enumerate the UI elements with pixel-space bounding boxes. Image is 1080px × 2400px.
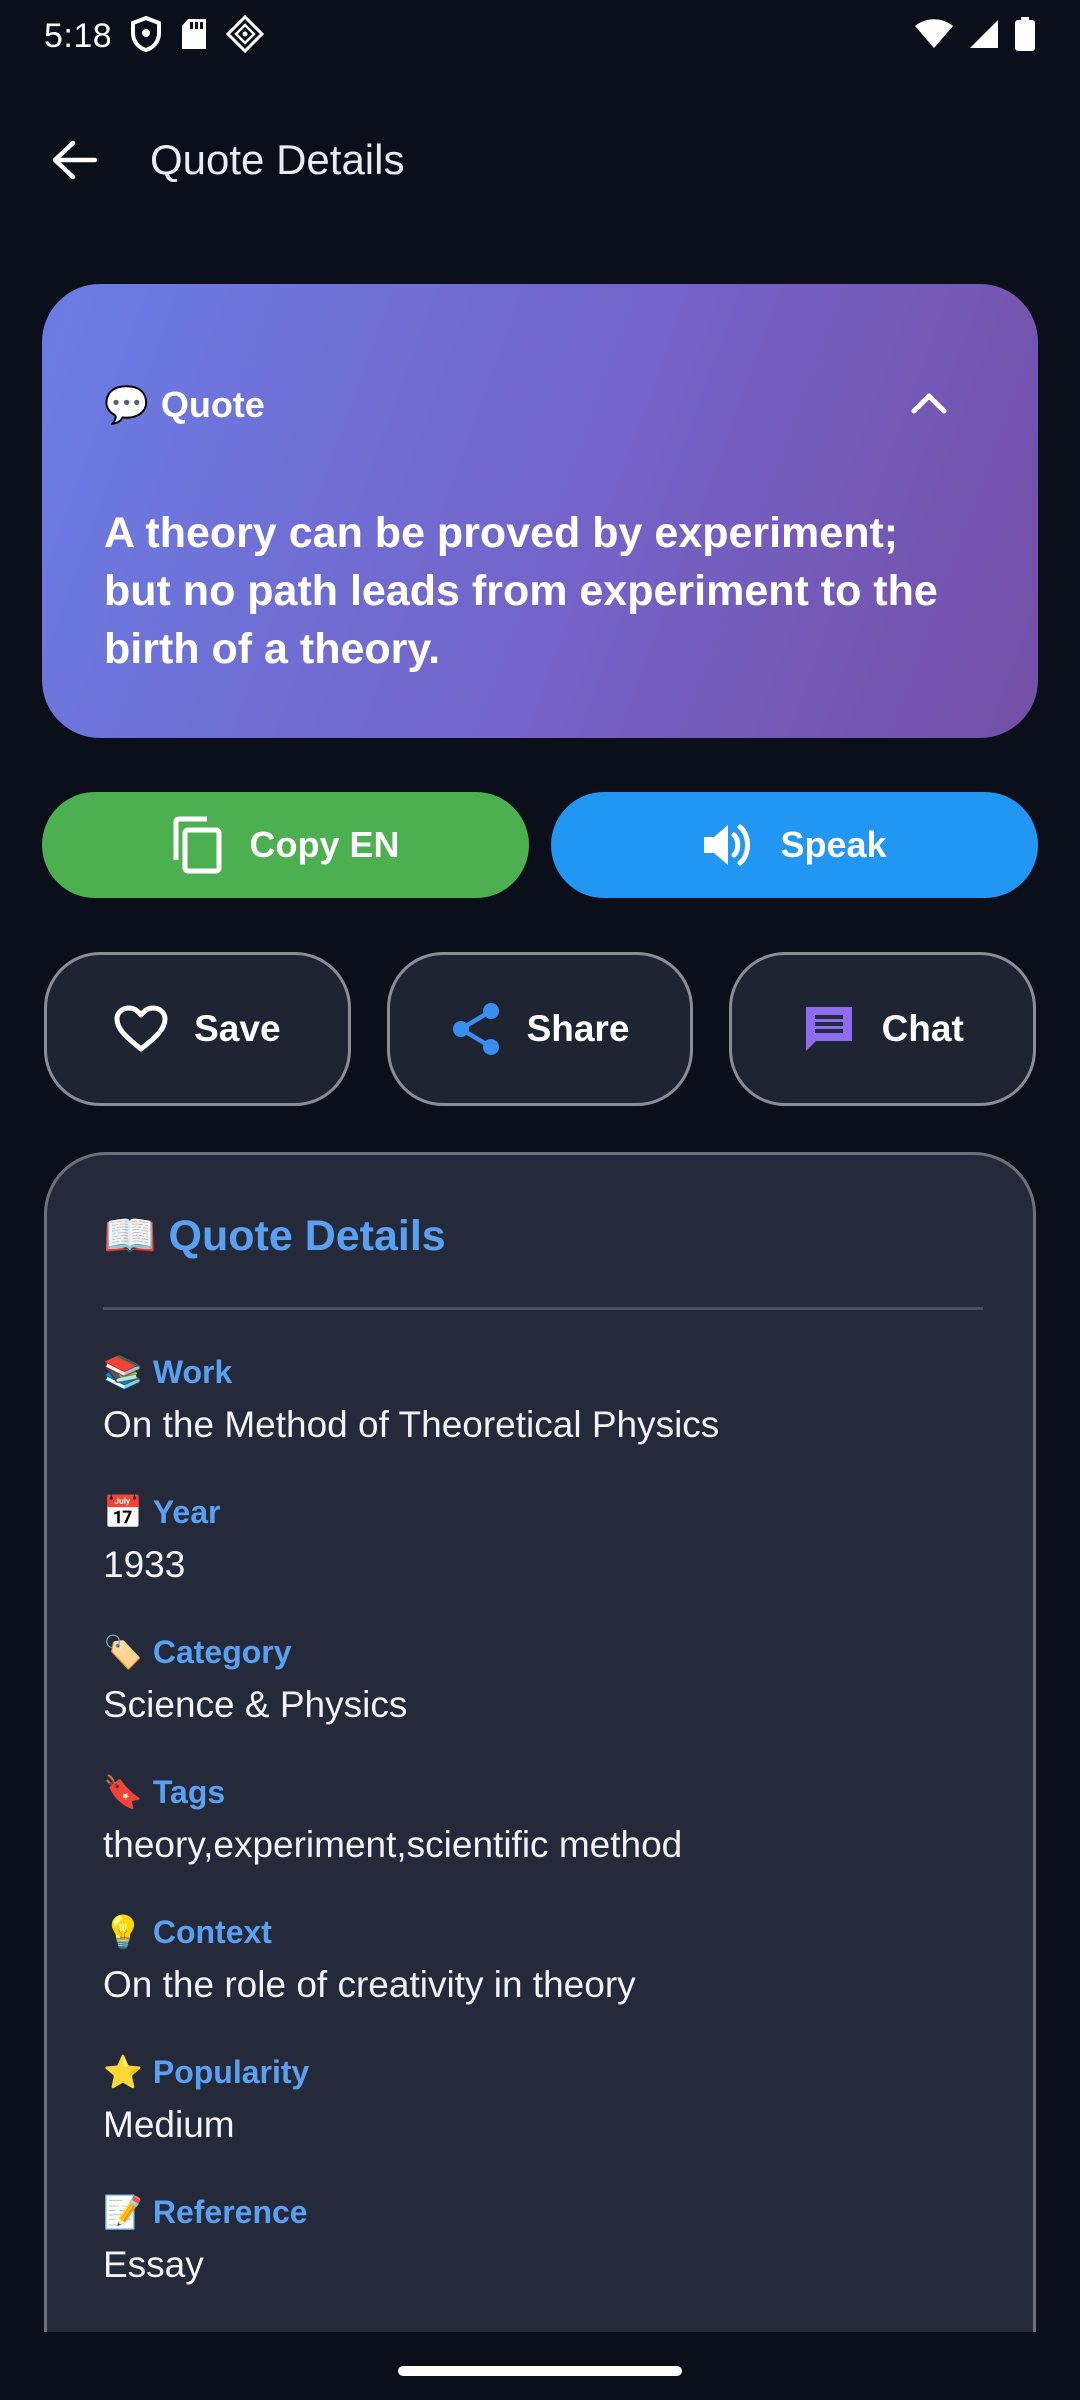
detail-work: 📚 Work On the Method of Theoretical Phys… bbox=[103, 1348, 977, 1488]
detail-year: 📅 Year 1933 bbox=[103, 1488, 977, 1628]
copy-icon bbox=[173, 816, 222, 874]
share-button[interactable]: Share bbox=[386, 952, 694, 1106]
detail-label-work: 📚 Work bbox=[103, 1348, 977, 1396]
speak-button[interactable]: Speak bbox=[551, 792, 1038, 898]
tag-icon: 🏷️ bbox=[103, 1634, 143, 1670]
status-left: 5:18 bbox=[44, 14, 265, 58]
copy-en-button[interactable]: Copy EN bbox=[42, 792, 529, 898]
save-button[interactable]: Save bbox=[44, 952, 351, 1106]
detail-label-popularity: ⭐ Popularity bbox=[103, 2048, 977, 2096]
quote-text: A theory can be proved by experiment; bu… bbox=[104, 509, 938, 673]
share-label: Share bbox=[526, 1008, 630, 1049]
arrow-back-icon bbox=[52, 140, 97, 180]
detail-label-text: Category bbox=[152, 1633, 292, 1670]
chat-icon bbox=[805, 1007, 852, 1051]
detail-label-category: 🏷️ Category bbox=[103, 1628, 977, 1676]
signal-icon bbox=[968, 18, 1000, 55]
heart-outline-icon bbox=[114, 1005, 168, 1052]
detail-label-text: Year bbox=[152, 1493, 221, 1530]
quote-label: Quote bbox=[160, 384, 265, 425]
diamond-app-icon bbox=[226, 14, 265, 58]
chat-label: Chat bbox=[881, 1008, 964, 1049]
app-bar: Quote Details bbox=[0, 100, 1080, 220]
detail-context: 💡 Context On the role of creativity in t… bbox=[103, 1908, 977, 2048]
detail-label-year: 📅 Year bbox=[103, 1488, 977, 1536]
detail-label-text: Popularity bbox=[152, 2053, 310, 2090]
detail-category: 🏷️ Category Science & Physics bbox=[103, 1628, 977, 1768]
detail-value-work: On the Method of Theoretical Physics bbox=[103, 1404, 720, 1445]
divider bbox=[103, 1307, 983, 1310]
collapse-chevron-up-icon[interactable] bbox=[910, 391, 948, 420]
detail-label-text: Reference bbox=[152, 2193, 308, 2230]
save-label: Save bbox=[194, 1008, 281, 1049]
share-icon bbox=[452, 1003, 499, 1055]
star-icon: ⭐ bbox=[103, 2054, 143, 2090]
chat-button[interactable]: Chat bbox=[729, 952, 1037, 1106]
detail-label-context: 💡 Context bbox=[103, 1908, 977, 1956]
status-right bbox=[914, 16, 1036, 56]
detail-popularity: ⭐ Popularity Medium bbox=[103, 2048, 977, 2188]
details-list: 📚 Work On the Method of Theoretical Phys… bbox=[103, 1348, 977, 2328]
quote-card: 💬 Quote A theory can be proved by experi… bbox=[42, 284, 1038, 738]
shield-icon bbox=[130, 15, 162, 57]
details-title-text: Quote Details bbox=[168, 1211, 446, 1260]
calendar-icon: 📅 bbox=[103, 1494, 143, 1530]
lightbulb-icon: 💡 bbox=[103, 1914, 143, 1950]
battery-icon bbox=[1014, 16, 1036, 56]
home-indicator[interactable] bbox=[398, 2366, 682, 2376]
detail-tags: 🔖 Tags theory,experiment,scientific meth… bbox=[103, 1768, 977, 1908]
books-icon: 📚 bbox=[103, 1354, 143, 1390]
detail-value-year: 1933 bbox=[103, 1544, 186, 1585]
secondary-actions: Save Share Chat bbox=[44, 952, 1037, 1106]
quote-card-header[interactable]: 💬 Quote bbox=[104, 384, 948, 426]
bookmark-icon: 🔖 bbox=[103, 1774, 143, 1810]
wifi-icon bbox=[914, 18, 954, 55]
detail-label-tags: 🔖 Tags bbox=[103, 1768, 977, 1816]
detail-value-popularity: Medium bbox=[103, 2104, 235, 2145]
speech-bubble-icon: 💬 bbox=[104, 384, 149, 425]
open-book-icon: 📖 bbox=[103, 1212, 157, 1260]
detail-label-text: Context bbox=[152, 1913, 272, 1950]
quote-label-group: 💬 Quote bbox=[104, 384, 265, 426]
detail-value-context: On the role of creativity in theory bbox=[103, 1964, 636, 2005]
page-title: Quote Details bbox=[150, 136, 405, 183]
primary-actions: Copy EN Speak bbox=[42, 792, 1038, 898]
detail-label-reference: 📝 Reference bbox=[103, 2188, 977, 2236]
detail-label-text: Tags bbox=[152, 1773, 226, 1810]
copy-en-label: Copy EN bbox=[249, 824, 400, 865]
quote-details-card: 📖 Quote Details 📚 Work On the Method of … bbox=[44, 1152, 1036, 2332]
detail-value-tags: theory,experiment,scientific method bbox=[103, 1824, 683, 1865]
detail-label-text: Work bbox=[152, 1353, 233, 1390]
speak-label: Speak bbox=[780, 824, 887, 865]
details-title: 📖 Quote Details bbox=[103, 1211, 977, 1261]
status-bar: 5:18 bbox=[0, 0, 1080, 72]
memo-icon: 📝 bbox=[103, 2194, 143, 2230]
detail-reference: 📝 Reference Essay bbox=[103, 2188, 977, 2328]
detail-value-reference: Essay bbox=[103, 2244, 204, 2285]
back-button[interactable] bbox=[44, 130, 104, 190]
volume-up-icon bbox=[704, 824, 751, 866]
detail-value-category: Science & Physics bbox=[103, 1684, 408, 1725]
sd-card-icon bbox=[180, 17, 208, 56]
status-time: 5:18 bbox=[44, 16, 113, 55]
